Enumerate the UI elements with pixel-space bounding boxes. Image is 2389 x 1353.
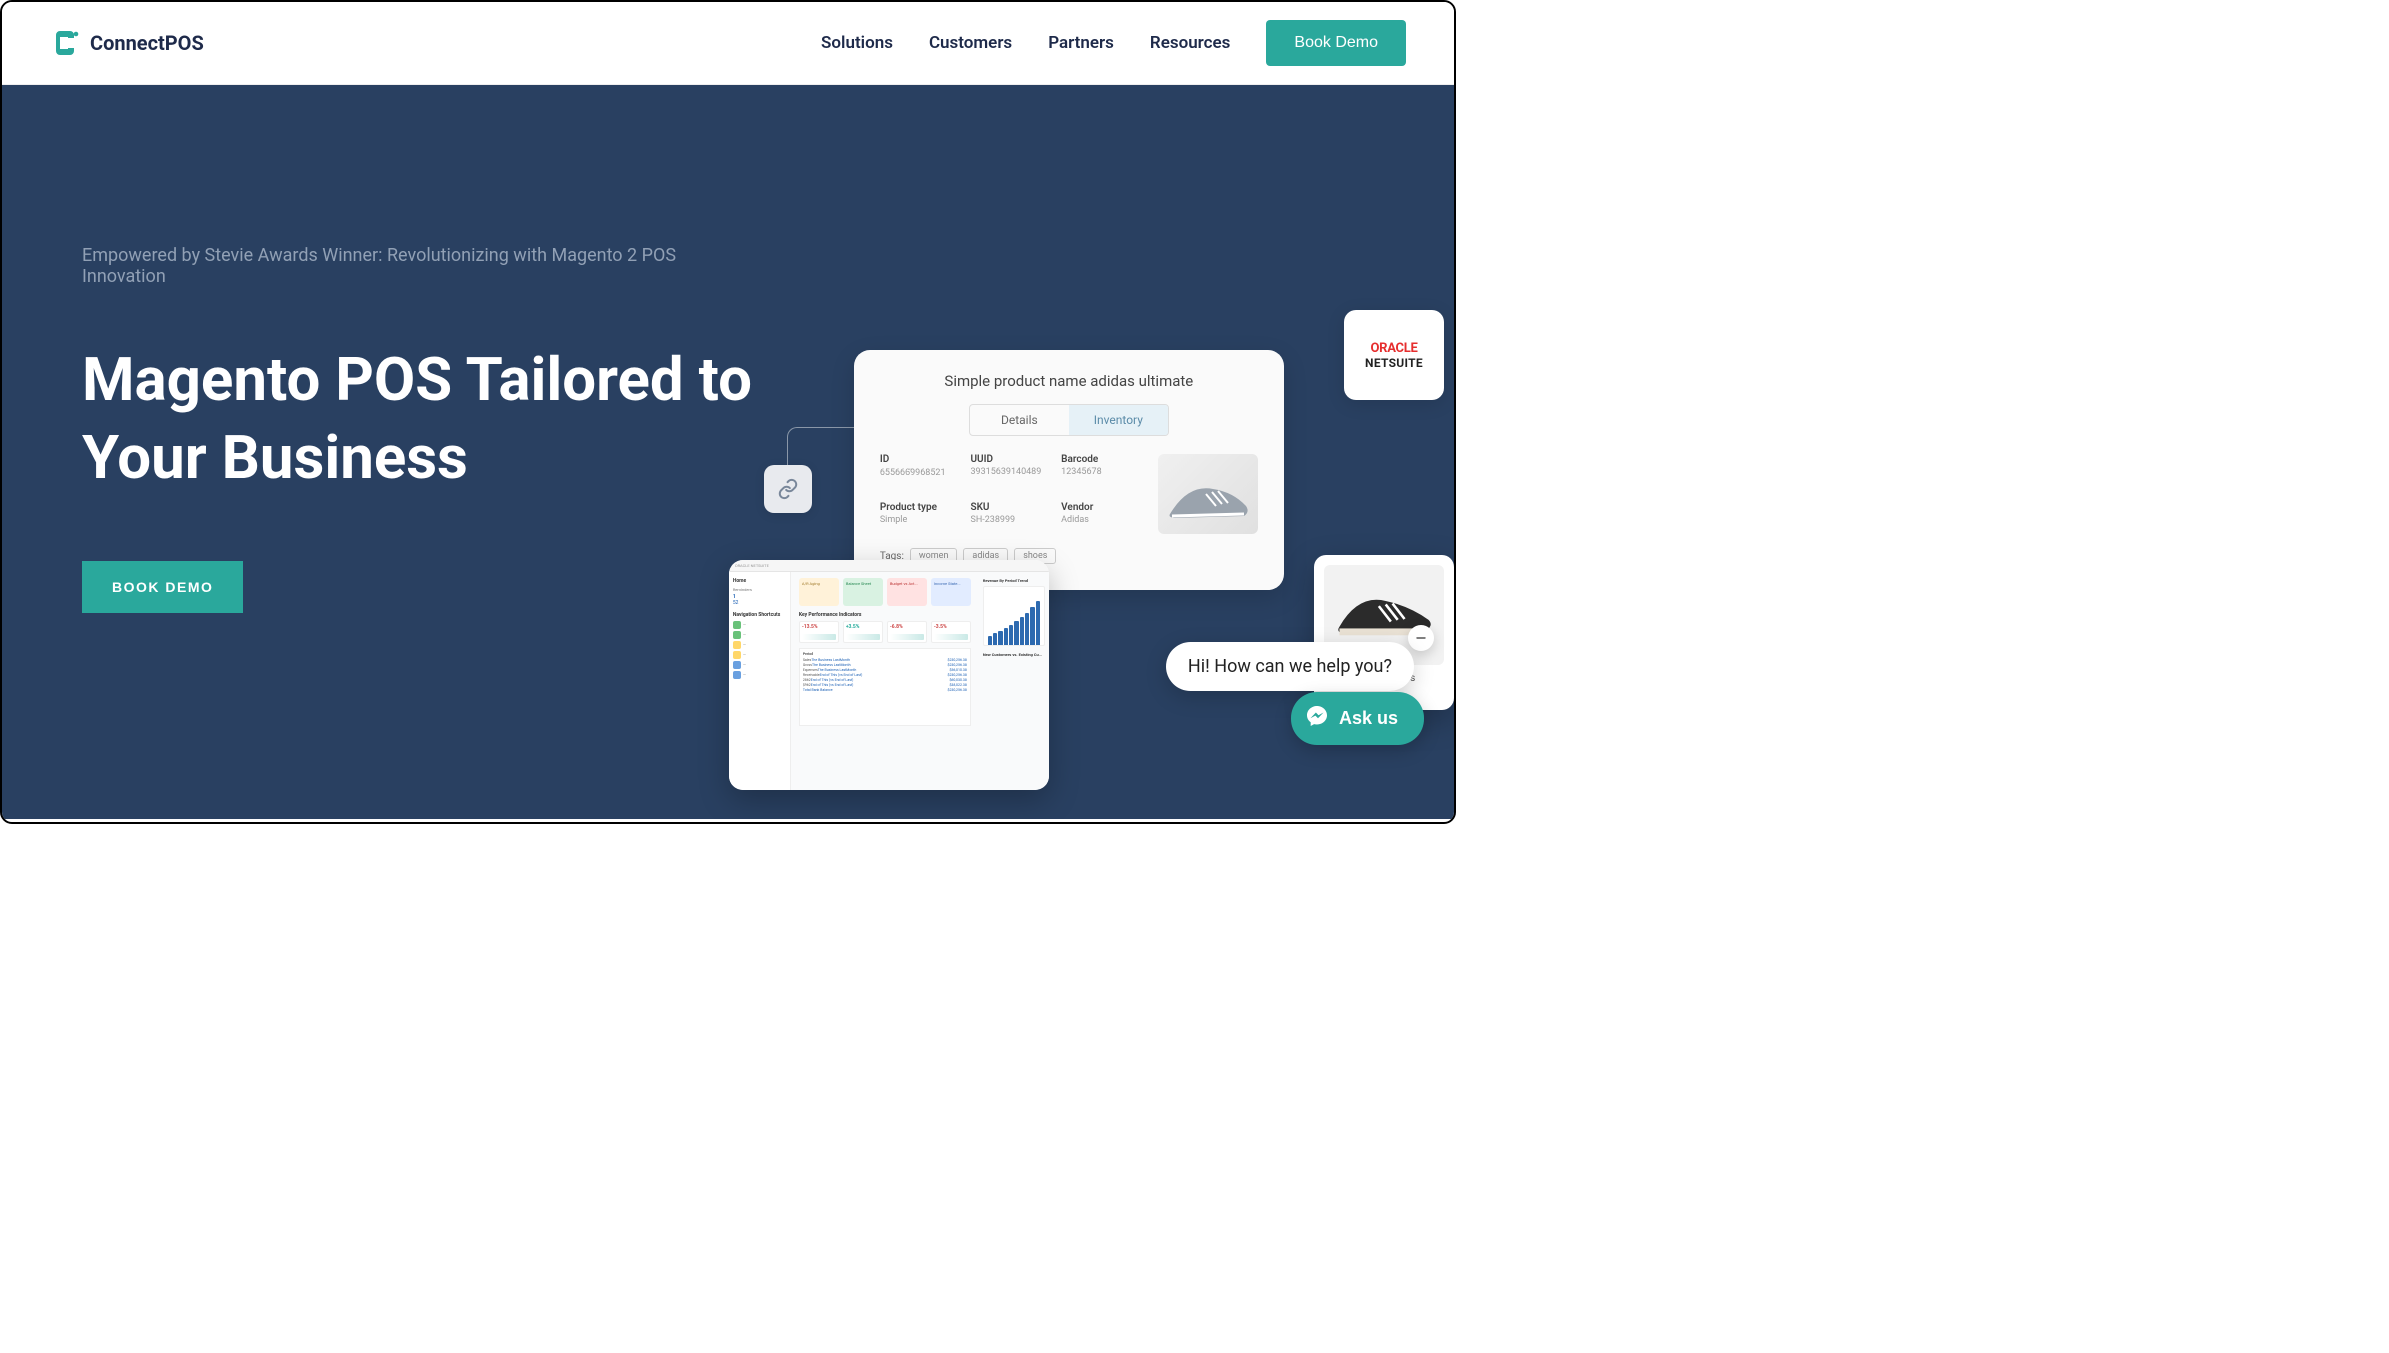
dashboard-shortcuts: Navigation Shortcuts: [733, 612, 786, 618]
chat-greeting: Hi! How can we help you?: [1188, 656, 1392, 677]
field-barcode-label: Barcode: [1061, 454, 1142, 465]
netsuite-oracle: ORACLE: [1371, 341, 1418, 356]
dashboard-sidebar: Home Reminders 1 52 Navigation Shortcuts…: [729, 572, 791, 790]
field-id-value: 655666̈9968521: [880, 467, 961, 478]
dashboard-toolbar: ORACLE NETSUITE: [729, 560, 1049, 572]
kpi-2: +3.5%: [846, 624, 860, 630]
link-icon: [764, 465, 812, 513]
hero: Empowered by Stevie Awards Winner: Revol…: [2, 85, 1454, 819]
kpi-3: -6.8%: [890, 624, 903, 630]
tile-budget: Budget vs Act...: [887, 578, 927, 606]
table-title: Period: [803, 652, 967, 656]
product-title: Simple product name adidas ultimate: [880, 372, 1258, 390]
logo[interactable]: ConnectPOS: [50, 27, 204, 59]
ask-us-button[interactable]: Ask us: [1291, 692, 1424, 745]
field-vendor-value: Adidas: [1061, 515, 1142, 525]
messenger-icon: [1305, 704, 1329, 733]
dashboard-table: Period SalesThe Business LastMonth$230,2…: [799, 648, 971, 726]
nav-customers[interactable]: Customers: [929, 33, 1012, 53]
dashboard-main: A/R Aging Balance Sheet Budget vs Act...…: [791, 572, 979, 790]
kpi-1: -13.5%: [802, 624, 818, 630]
netsuite-badge: ORACLE NETSUITE: [1344, 310, 1444, 400]
hero-title: Magento POS Tailored to Your Business: [82, 341, 754, 497]
hero-book-demo-button[interactable]: BOOK DEMO: [82, 561, 243, 613]
hero-visual: Simple product name adidas ultimate Deta…: [754, 165, 1374, 819]
logo-icon: [50, 27, 82, 59]
field-sku-label: SKU: [970, 502, 1051, 513]
nav-solutions[interactable]: Solutions: [821, 33, 893, 53]
book-demo-button[interactable]: Book Demo: [1266, 20, 1406, 66]
tile-bs: Balance Sheet: [843, 578, 883, 606]
product-card: Simple product name adidas ultimate Deta…: [854, 350, 1284, 590]
revenue-chart: [983, 586, 1045, 646]
hero-copy: Empowered by Stevie Awards Winner: Revol…: [82, 165, 754, 819]
kpi-4: -3.5%: [934, 624, 947, 630]
new-vs-existing: New Customers vs. Existing Cu...: [983, 652, 1045, 657]
field-uuid-label: UUID: [970, 454, 1051, 465]
logo-text: ConnectPOS: [90, 31, 204, 55]
tab-inventory[interactable]: Inventory: [1069, 405, 1168, 435]
kpi-head: Key Performance Indicators: [799, 612, 971, 618]
netsuite-net: NETSUITE: [1365, 356, 1423, 370]
ask-us-label: Ask us: [1339, 708, 1398, 729]
dashboard-reminders: Reminders: [733, 587, 786, 592]
field-id-label: ID: [880, 454, 961, 465]
field-uuid-value: 39315639140489: [970, 467, 1051, 477]
field-type-label: Product type: [880, 502, 961, 513]
product-image: [1158, 454, 1258, 534]
hero-eyebrow: Empowered by Stevie Awards Winner: Revol…: [82, 245, 754, 287]
tile-income: Income State...: [931, 578, 971, 606]
product-tabs: Details Inventory: [969, 404, 1169, 436]
chat-bubble: Hi! How can we help you?: [1166, 642, 1414, 691]
main-nav: Solutions Customers Partners Resources B…: [821, 20, 1406, 66]
nav-partners[interactable]: Partners: [1048, 33, 1114, 53]
header: ConnectPOS Solutions Customers Partners …: [2, 2, 1454, 85]
field-vendor-label: Vendor: [1061, 502, 1142, 513]
field-type-value: Simple: [880, 515, 961, 525]
chart-title: Revenue By Period Trend: [983, 578, 1045, 583]
dashboard-right: Revenue By Period Trend: [979, 572, 1049, 790]
product-fields: ID 655666̈9968521 UUID 39315639140489 Ba…: [880, 454, 1142, 534]
tab-details[interactable]: Details: [970, 405, 1069, 435]
field-sku-value: SH-238999: [970, 515, 1051, 525]
tile-ar: A/R Aging: [799, 578, 839, 606]
nav-resources[interactable]: Resources: [1150, 33, 1231, 53]
dashboard-card: ORACLE NETSUITE Home Reminders 1 52 Navi…: [729, 560, 1049, 790]
dashboard-brand: ORACLE NETSUITE: [735, 563, 769, 568]
chat-minimize-button[interactable]: [1408, 625, 1434, 651]
field-barcode-value: 12345678: [1061, 467, 1142, 477]
dashboard-home: Home: [733, 578, 786, 584]
